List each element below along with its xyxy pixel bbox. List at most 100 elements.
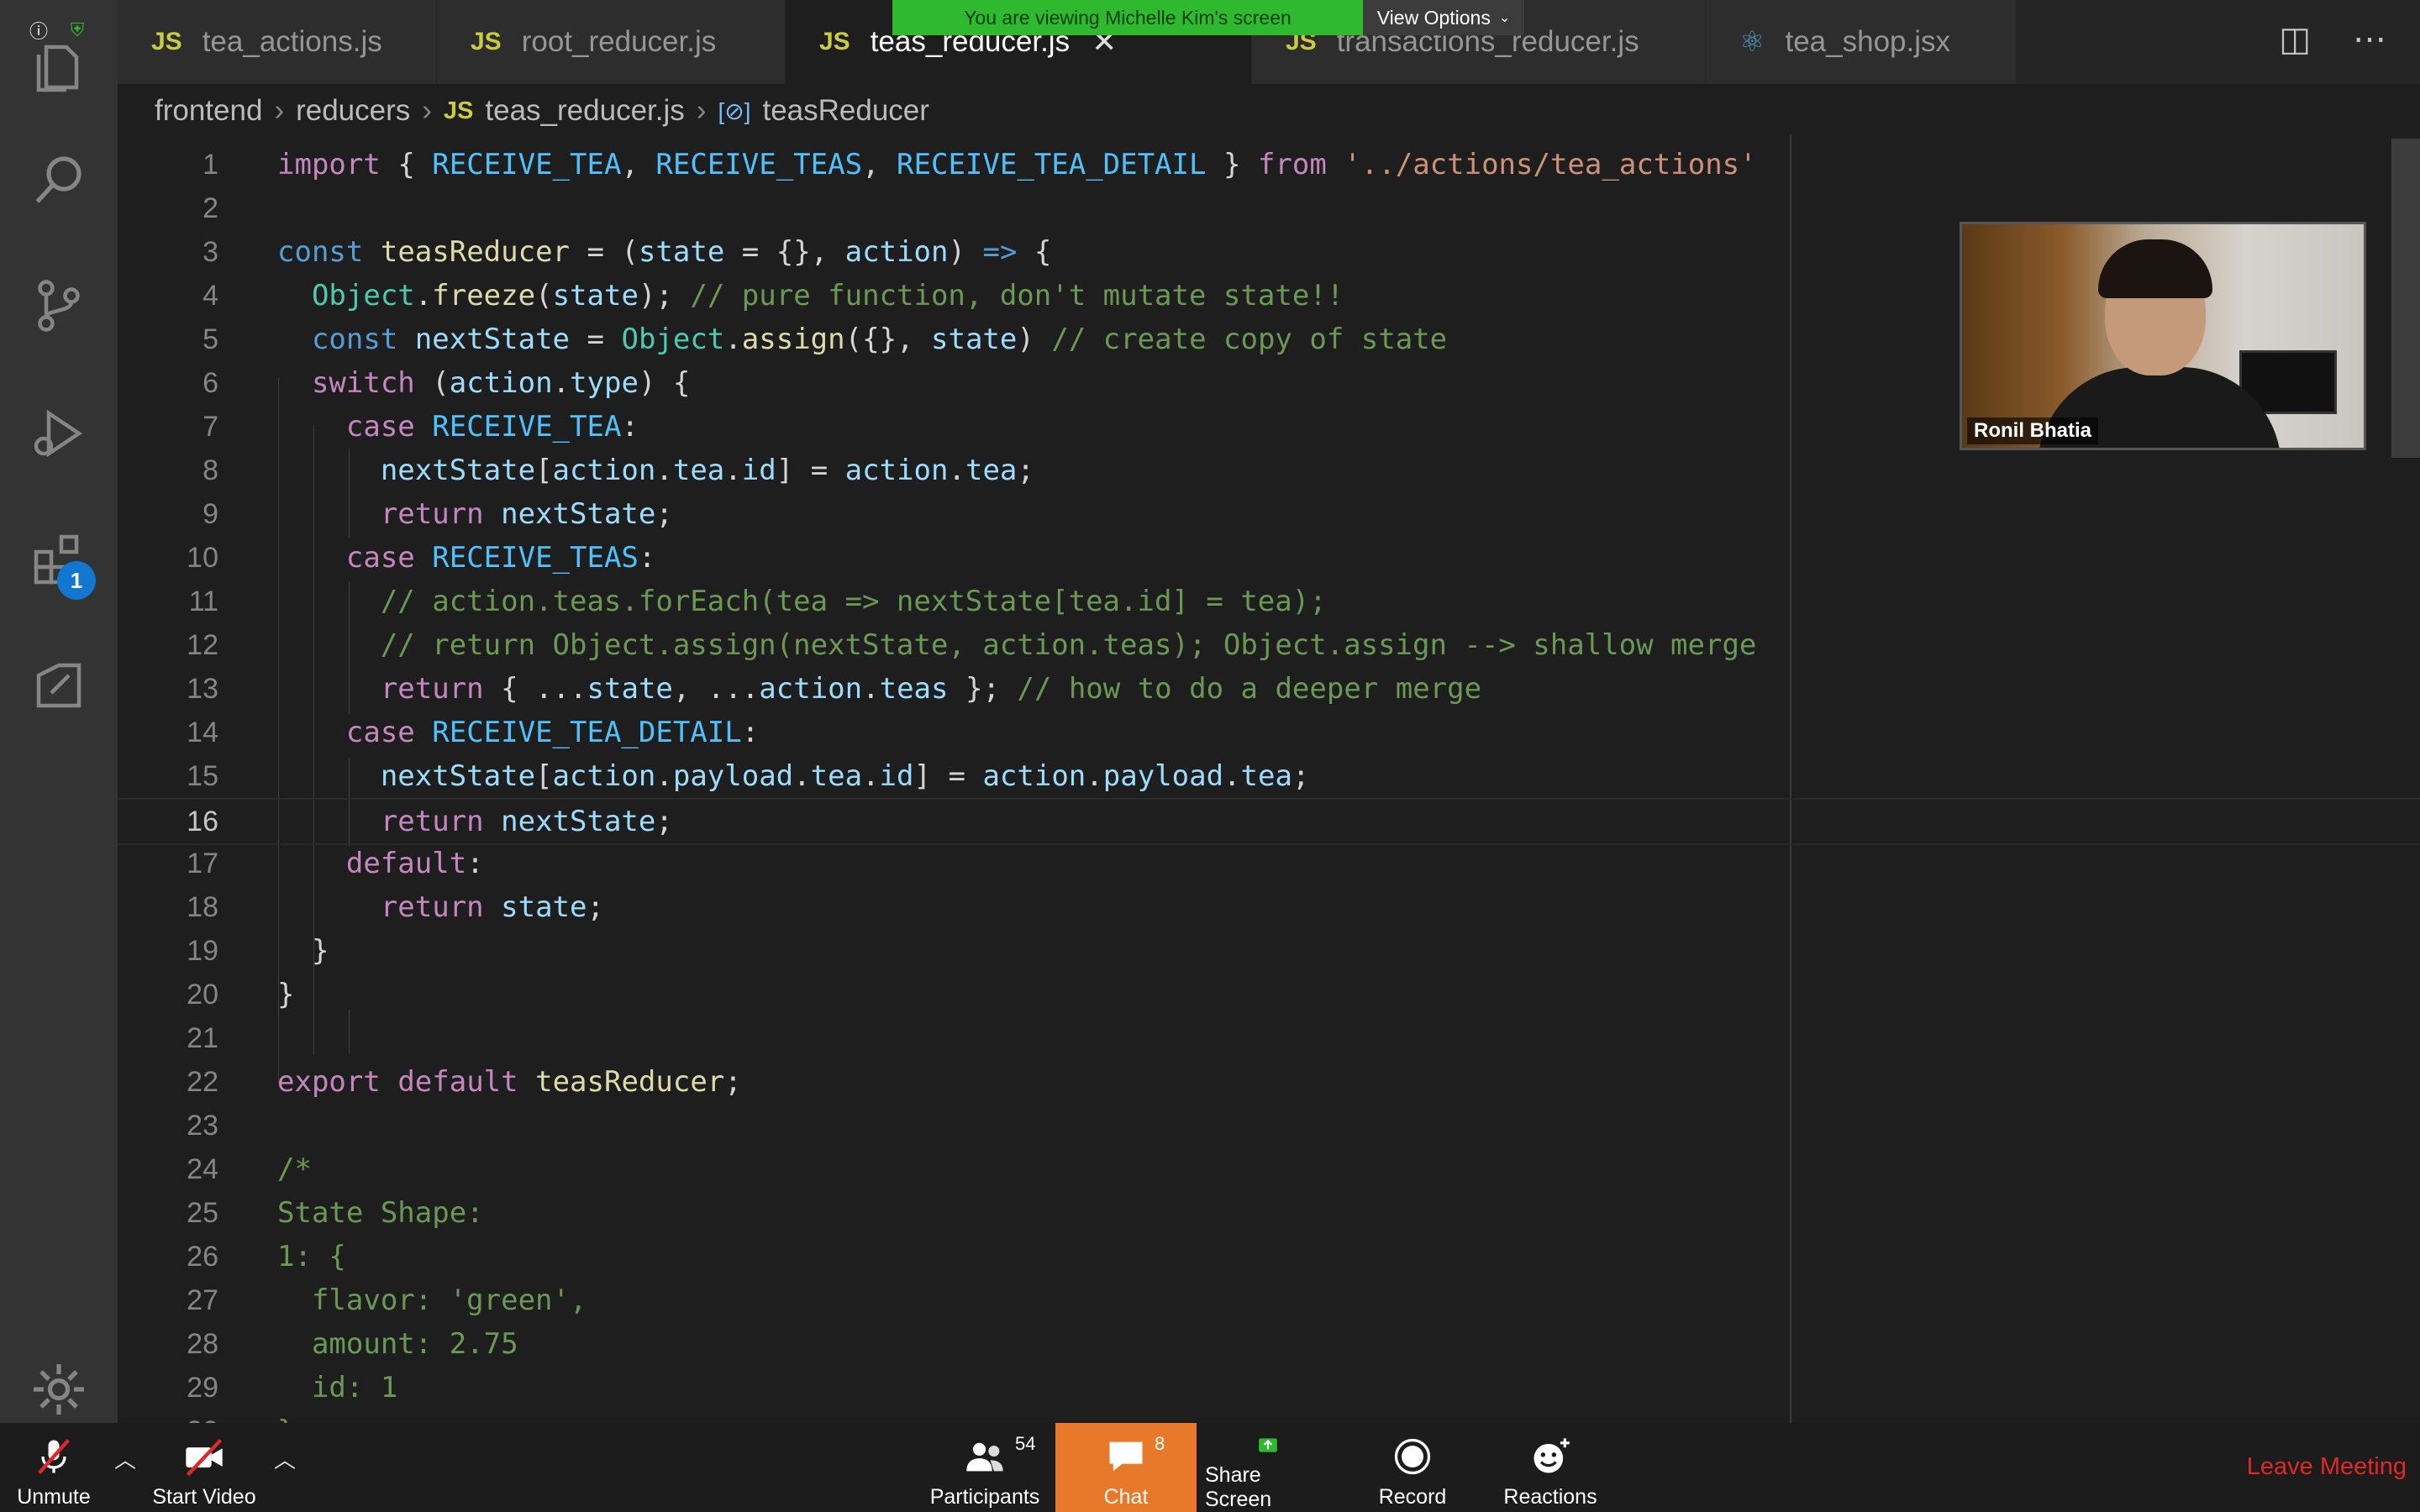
line-number: 24: [187, 1152, 218, 1185]
participant-video[interactable]: Ronil Bhatia: [1960, 222, 2366, 450]
code-text: import { RECEIVE_TEA, RECEIVE_TEAS, RECE…: [277, 148, 1757, 181]
code-line[interactable]: 9 return nextState;: [118, 492, 2420, 536]
code-line[interactable]: 28 amount: 2.75: [118, 1322, 2420, 1366]
chat-unread-count: 8: [1155, 1433, 1165, 1454]
extensions-badge: 1: [57, 561, 96, 600]
line-number: 16: [187, 805, 218, 837]
reactions-button[interactable]: Reactions: [1496, 1431, 1605, 1512]
code-line[interactable]: 24 /*: [118, 1147, 2420, 1191]
code-text: nextState[action.tea.id] = action.tea;: [380, 454, 1034, 487]
line-number: 25: [187, 1196, 218, 1229]
share-screen-button[interactable]: Share Screen: [1205, 1431, 1331, 1512]
leave-meeting-button[interactable]: Leave Meeting: [2247, 1453, 2407, 1481]
line-number: 14: [187, 716, 218, 748]
record-icon: [1394, 1438, 1431, 1475]
code-line[interactable]: 30},: [118, 1410, 2420, 1423]
code-line[interactable]: 20}: [118, 973, 2420, 1016]
breadcrumb-symbol[interactable]: teasReducer: [762, 94, 929, 128]
view-options-label: View Options: [1376, 6, 1491, 29]
tab-tea-shop[interactable]: ⚛ tea_shop.jsx: [1706, 0, 2017, 84]
video-options-caret-icon[interactable]: ︿: [274, 1443, 296, 1474]
split-editor-icon[interactable]: ◫: [2279, 20, 2311, 59]
editor-actions: ◫ ⋯: [2279, 20, 2386, 59]
code-text: // return Object.assign(nextState, actio…: [380, 628, 1757, 662]
code-text: Object.freeze(state); // pure function, …: [311, 279, 1344, 312]
screen-share-banner: You are viewing Michelle Kim's screen: [892, 0, 1363, 35]
settings-gear-icon[interactable]: [25, 1356, 92, 1423]
line-number: 5: [203, 323, 218, 355]
code-line[interactable]: 19 }: [118, 929, 2420, 973]
zoom-meeting-toolbar: Unmute ︿ Start Video ︿ Participants 54 C…: [0, 1423, 2420, 1512]
unmute-button[interactable]: Unmute: [15, 1431, 92, 1512]
line-number: 3: [203, 235, 218, 268]
source-control-icon[interactable]: [25, 272, 92, 339]
code-line[interactable]: 29 id: 1: [118, 1366, 2420, 1410]
breadcrumb: frontend › reducers › JS teas_reducer.js…: [155, 89, 929, 133]
activity-bar: ⓘ ⛨ 1: [0, 0, 118, 1423]
code-line[interactable]: 15 nextState[action.payload.tea.id] = ac…: [118, 754, 2420, 798]
remote-explorer-icon[interactable]: [25, 652, 92, 719]
video-off-icon: [186, 1439, 223, 1477]
code-text: case RECEIVE_TEA:: [345, 410, 639, 444]
line-number: 17: [187, 847, 218, 879]
chat-bubble-icon: [1109, 1441, 1143, 1472]
explorer-icon[interactable]: [25, 34, 92, 101]
participants-label: Participants: [929, 1485, 1040, 1509]
code-line[interactable]: 23: [118, 1104, 2420, 1147]
code-text: const teasReducer = (state = {}, action)…: [277, 235, 1052, 269]
view-options-button[interactable]: View Options ⌄: [1363, 0, 1524, 35]
run-debug-icon[interactable]: [25, 400, 92, 467]
record-button[interactable]: Record: [1366, 1431, 1459, 1512]
audio-options-caret-icon[interactable]: ︿: [114, 1443, 136, 1474]
js-file-icon: JS: [443, 97, 474, 124]
share-screen-icon: [1259, 1438, 1277, 1452]
code-line[interactable]: 17 default:: [118, 842, 2420, 885]
line-number: 15: [187, 759, 218, 792]
code-line[interactable]: 26 1: {: [118, 1235, 2420, 1278]
start-video-button[interactable]: Start Video: [150, 1431, 259, 1512]
line-number: 2: [203, 192, 218, 224]
line-number: 23: [187, 1109, 218, 1142]
tab-label: tea_shop.jsx: [1785, 25, 1951, 58]
chat-label: Chat: [1103, 1485, 1149, 1509]
code-line[interactable]: 10 case RECEIVE_TEAS:: [118, 536, 2420, 580]
code-line[interactable]: 1 import { RECEIVE_TEA, RECEIVE_TEAS, REC…: [118, 143, 2420, 186]
muted-microphone-icon: [38, 1439, 70, 1474]
line-number: 26: [187, 1240, 218, 1273]
line-number: 7: [203, 410, 218, 443]
code-line[interactable]: 16 return nextState;: [118, 798, 2420, 845]
chevron-right-icon: ›: [696, 94, 707, 127]
code-line[interactable]: 21: [118, 1016, 2420, 1060]
line-number: 1: [203, 148, 218, 181]
code-line[interactable]: 13 return { ...state, ...action.teas }; …: [118, 667, 2420, 711]
tab-label: root_reducer.js: [521, 25, 717, 58]
code-line[interactable]: 12 // return Object.assign(nextState, ac…: [118, 623, 2420, 667]
code-line[interactable]: 27 flavor: 'green',: [118, 1278, 2420, 1322]
search-icon[interactable]: [25, 148, 92, 215]
editor-scrollbar[interactable]: [2391, 139, 2420, 458]
code-text: switch (action.type) {: [311, 366, 691, 400]
participant-name: Ronil Bhatia: [1967, 417, 2099, 444]
participants-count: 54: [1015, 1433, 1036, 1454]
tab-tea-actions[interactable]: JS tea_actions.js: [118, 0, 437, 84]
code-line[interactable]: 18 return state;: [118, 885, 2420, 929]
code-text: flavor: 'green',: [277, 1284, 587, 1317]
code-line[interactable]: 8 nextState[action.tea.id] = action.tea;: [118, 449, 2420, 492]
line-number: 18: [187, 890, 218, 923]
tab-label: tea_actions.js: [202, 25, 382, 58]
code-line[interactable]: 22 export default teasReducer;: [118, 1060, 2420, 1104]
code-text: State Shape:: [277, 1196, 484, 1230]
breadcrumb-folder-reducers[interactable]: reducers: [296, 94, 410, 128]
code-text: amount: 2.75: [277, 1327, 518, 1361]
breadcrumb-folder-frontend[interactable]: frontend: [155, 94, 262, 128]
participant-hair: [2098, 239, 2212, 298]
code-line[interactable]: 14 case RECEIVE_TEA_DETAIL:: [118, 711, 2420, 754]
js-file-icon: JS: [151, 28, 182, 55]
line-number: 8: [203, 454, 218, 486]
code-line[interactable]: 25 State Shape:: [118, 1191, 2420, 1235]
more-actions-icon[interactable]: ⋯: [2353, 20, 2386, 59]
code-line[interactable]: 11 // action.teas.forEach(tea => nextSta…: [118, 580, 2420, 623]
tab-root-reducer[interactable]: JS root_reducer.js: [437, 0, 786, 84]
code-text: 1: {: [277, 1240, 346, 1273]
breadcrumb-file[interactable]: teas_reducer.js: [485, 94, 684, 128]
